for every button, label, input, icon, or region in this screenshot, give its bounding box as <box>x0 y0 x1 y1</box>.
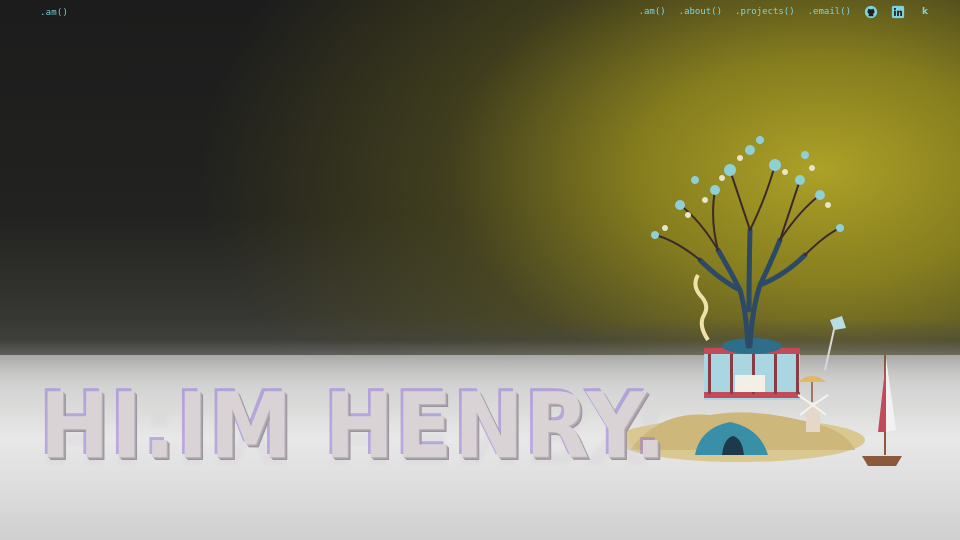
chimney-smoke <box>693 273 710 342</box>
house-pillar <box>796 354 799 394</box>
github-icon-glyph <box>864 5 878 19</box>
lamp-head <box>830 316 846 330</box>
lamp-pole <box>824 324 836 371</box>
nav-link-email[interactable]: .email() <box>808 7 851 17</box>
top-nav: .am() .about() .projects() .email() k <box>639 5 932 19</box>
windmill-body <box>806 402 820 432</box>
github-icon[interactable] <box>864 5 878 19</box>
house-pillar <box>730 354 733 394</box>
linkedin-icon[interactable] <box>891 5 905 19</box>
house-pillar <box>774 354 777 394</box>
logo-link[interactable]: .am() <box>40 8 68 18</box>
house-sign <box>735 375 765 392</box>
boat-sail <box>886 358 896 432</box>
house-pillar <box>708 354 711 394</box>
boat-hull <box>862 456 902 466</box>
nav-link-am[interactable]: .am() <box>639 7 666 17</box>
nav-link-about[interactable]: .about() <box>679 7 722 17</box>
nav-link-projects[interactable]: .projects() <box>735 7 795 17</box>
hero-scene: HI.IM HENRY. HI.IM HENRY. <box>0 0 960 540</box>
hero-headline: HI.IM HENRY. <box>40 374 668 479</box>
k-icon[interactable]: k <box>918 5 932 19</box>
umbrella <box>798 376 826 382</box>
linkedin-icon-glyph <box>891 5 905 19</box>
